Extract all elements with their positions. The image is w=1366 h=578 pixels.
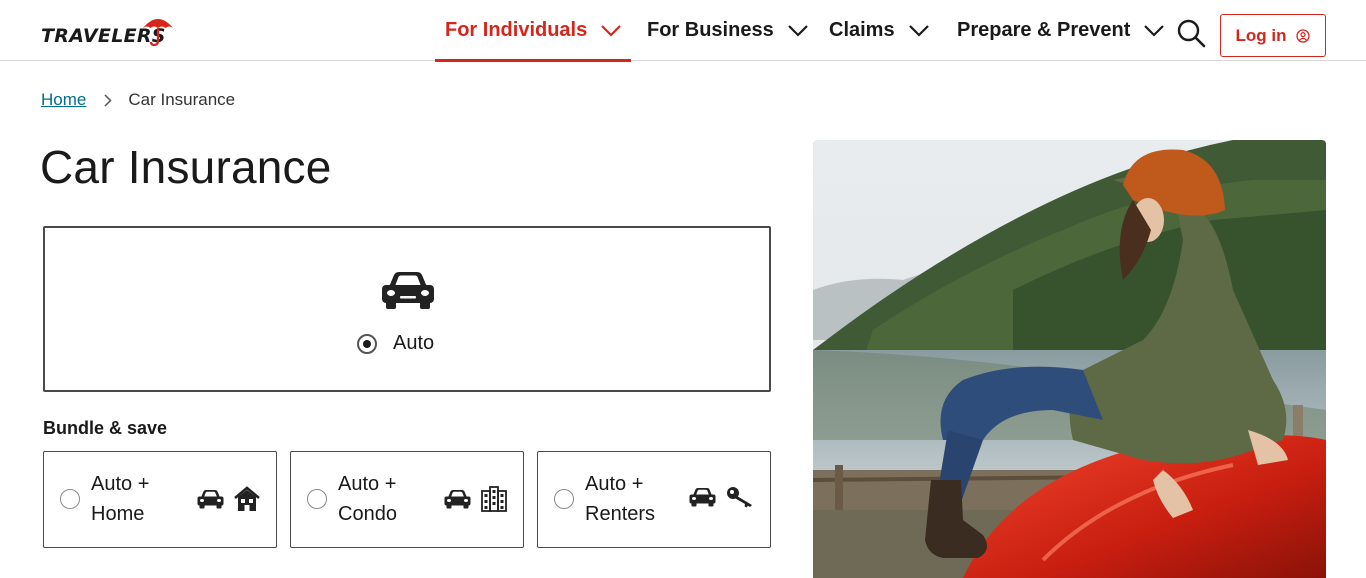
login-button[interactable]: Log in [1220, 14, 1326, 57]
car-icon [382, 272, 434, 309]
bundle-icons [197, 486, 260, 512]
bundle-auto-renters-card[interactable]: Auto + Renters [537, 451, 771, 548]
bundle-radio[interactable] [307, 489, 327, 509]
auto-label: Auto [393, 332, 435, 354]
chevron-down-icon [1144, 24, 1165, 37]
car-icon [689, 488, 716, 507]
bundle-label: Auto + Home [91, 469, 181, 529]
auto-radio[interactable] [357, 333, 377, 354]
bundle-label-line2: Home [91, 503, 145, 525]
car-icon [197, 490, 224, 509]
nav-for-business[interactable]: For Business [647, 0, 808, 61]
hero-photo [813, 140, 1326, 578]
auto-radio-row[interactable]: Auto [357, 332, 434, 355]
chevron-down-icon [787, 24, 808, 37]
nav-prepare-prevent[interactable]: Prepare & Prevent [957, 0, 1165, 61]
chevron-down-icon [908, 24, 929, 37]
bundle-auto-condo-card[interactable]: Auto + Condo [290, 451, 524, 548]
condo-building-icon [481, 486, 507, 512]
nav-label: Prepare & Prevent [957, 19, 1131, 41]
chevron-right-icon [104, 93, 112, 107]
bundle-label-line1: Auto + [338, 473, 397, 495]
breadcrumb: Home Car Insurance [41, 89, 235, 111]
search-button[interactable] [1176, 18, 1206, 48]
house-icon [234, 486, 260, 511]
nav-label: Claims [829, 19, 895, 41]
bundle-label-line1: Auto + [91, 473, 150, 495]
nav-for-individuals[interactable]: For Individuals [434, 0, 632, 62]
chevron-down-icon [601, 24, 622, 37]
breadcrumb-current: Car Insurance [128, 90, 236, 109]
login-label: Log in [1235, 25, 1287, 45]
nav-label: For Individuals [445, 19, 588, 41]
breadcrumb-home-link[interactable]: Home [41, 90, 86, 110]
site-header: TRAVELERS For Individuals For Business C… [0, 0, 1366, 62]
bundle-title: Bundle & save [43, 418, 168, 438]
bundle-auto-home-card[interactable]: Auto + Home [43, 451, 277, 548]
hero-image [813, 140, 1326, 578]
bundle-label-line1: Auto + [585, 473, 644, 495]
bundle-label-line2: Renters [585, 503, 656, 525]
auto-option-card[interactable]: Auto [43, 226, 771, 392]
bundle-label: Auto + Renters [585, 469, 675, 529]
bundle-icons [444, 486, 507, 512]
travelers-logo[interactable]: TRAVELERS [41, 14, 173, 46]
car-icon [444, 490, 471, 509]
bundle-label: Auto + Condo [338, 469, 428, 529]
umbrella-icon [143, 19, 173, 46]
page-title: Car Insurance [40, 141, 332, 193]
search-icon [1177, 19, 1206, 48]
nav-claims[interactable]: Claims [829, 0, 929, 61]
bundle-radio[interactable] [554, 489, 574, 509]
nav-label: For Business [647, 19, 774, 41]
user-circle-icon [1296, 28, 1311, 43]
key-icon [727, 487, 752, 508]
bundle-radio[interactable] [60, 489, 80, 509]
bundle-icons [689, 486, 754, 508]
bundle-label-line2: Condo [338, 503, 397, 525]
